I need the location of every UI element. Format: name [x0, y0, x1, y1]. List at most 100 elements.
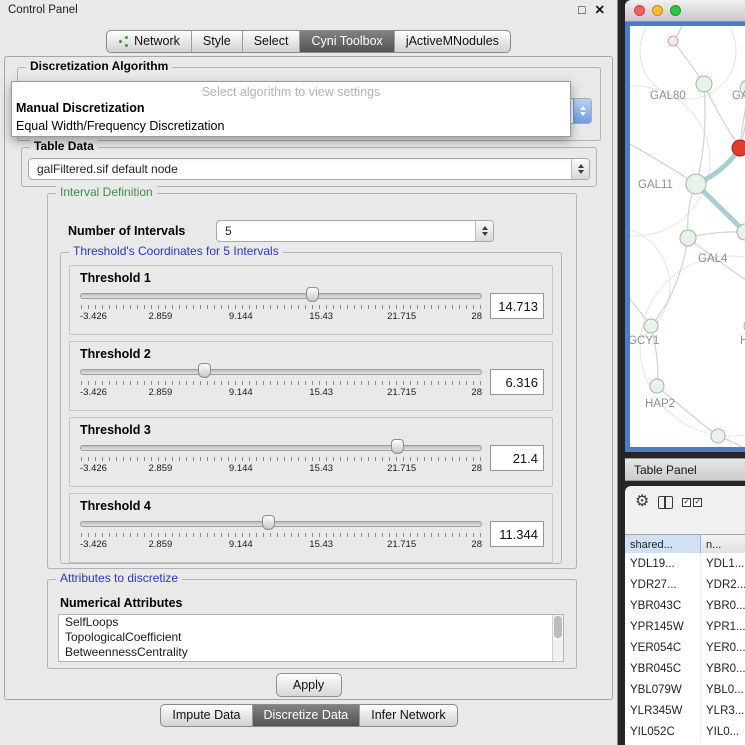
- select-attributes-icon[interactable]: [682, 498, 702, 507]
- network-edge[interactable]: [740, 66, 745, 148]
- table-row[interactable]: YBR045CYBR0...: [625, 658, 745, 679]
- control-panel-window: Control Panel □ ✕ NetworkStyleSelectCyni…: [0, 0, 618, 745]
- scale-label: 21.715: [387, 387, 416, 398]
- table-cell: YER0...: [701, 642, 745, 654]
- node-label: GAL80: [650, 90, 686, 102]
- network-window-titlebar: [625, 0, 745, 22]
- tab-select[interactable]: Select: [242, 31, 300, 52]
- bottom-tab-discretize-data[interactable]: Discretize Data: [252, 705, 360, 726]
- node-gal80[interactable]: [696, 76, 712, 92]
- thresholds-list: Threshold 1 -3.4262.8599.14415.4321.7152…: [69, 265, 553, 569]
- threshold-slider[interactable]: -3.4262.8599.14415.4321.71528: [80, 437, 482, 481]
- combo-stepper-icon[interactable]: [571, 159, 589, 179]
- tab-cyni-toolbox[interactable]: Cyni Toolbox: [299, 31, 393, 52]
- slider-thumb[interactable]: [391, 439, 404, 454]
- network-icon: [118, 36, 129, 47]
- attribute-item[interactable]: BetweennessCentrality: [59, 645, 563, 660]
- scrollbar-thumb[interactable]: [554, 616, 562, 638]
- table-cell: YDL1...: [701, 558, 745, 570]
- network-edge[interactable]: [630, 136, 696, 184]
- tab-style[interactable]: Style: [191, 31, 242, 52]
- node-gcy1[interactable]: [644, 319, 658, 333]
- combo-stepper-icon[interactable]: [573, 99, 591, 123]
- slider-thumb[interactable]: [306, 287, 319, 302]
- threshold-value-box[interactable]: 21.4: [490, 445, 544, 471]
- network-node[interactable]: [711, 429, 725, 443]
- table-cell: YBR0...: [701, 663, 745, 675]
- threshold-value-box[interactable]: 11.344: [490, 521, 544, 547]
- tab-label: Discretize Data: [264, 708, 349, 722]
- table-row[interactable]: YBL079WYBL0...: [625, 679, 745, 700]
- close-window-icon[interactable]: ✕: [595, 4, 605, 16]
- slider-track[interactable]: [80, 293, 482, 299]
- threshold-panel: Threshold 3 -3.4262.8599.14415.4321.7152…: [69, 417, 553, 487]
- bottom-tab-impute-data[interactable]: Impute Data: [161, 705, 251, 726]
- slider-thumb[interactable]: [198, 363, 211, 378]
- network-edge[interactable]: [696, 84, 705, 184]
- table-row[interactable]: YDL19...YDL1...: [625, 553, 745, 574]
- node-label: HAP2: [645, 398, 675, 410]
- scale-label: 15.43: [309, 387, 333, 398]
- network-canvas[interactable]: GAL80GAGAL11GAL4GCY1HHAP2: [630, 26, 745, 447]
- network-edge[interactable]: [688, 232, 745, 238]
- column-header-shared-name[interactable]: shared...: [625, 535, 701, 554]
- network-node[interactable]: [732, 140, 745, 156]
- slider-track[interactable]: [80, 521, 482, 527]
- tab-network[interactable]: Network: [107, 31, 191, 52]
- table-row[interactable]: YBR043CYBR0...: [625, 595, 745, 616]
- table-cell: YBL079W: [625, 679, 701, 700]
- attribute-list-scrollbar[interactable]: [552, 615, 563, 661]
- slider-scale: -3.4262.8599.14415.4321.71528: [80, 463, 482, 475]
- table-cell: YPR1...: [701, 621, 745, 633]
- table-data-combobox[interactable]: galFiltered.sif default node: [28, 158, 590, 180]
- minimize-traffic-light-icon[interactable]: [652, 5, 663, 16]
- threshold-slider[interactable]: -3.4262.8599.14415.4321.71528: [80, 361, 482, 405]
- tab-jactivemnodules[interactable]: jActiveMNodules: [394, 31, 510, 52]
- table-row[interactable]: YER054CYER0...: [625, 637, 745, 658]
- bottom-tab-infer-network[interactable]: Infer Network: [359, 705, 456, 726]
- scale-label: 15.43: [309, 539, 333, 550]
- table-body[interactable]: YDL19...YDL1...YDR27...YDR2...YBR043CYBR…: [625, 553, 745, 745]
- node-hap2[interactable]: [650, 379, 664, 393]
- node-gal11[interactable]: [686, 174, 706, 194]
- scale-label: 2.859: [149, 311, 173, 322]
- table-panel-titlebar[interactable]: Table Panel: [625, 458, 745, 481]
- scale-label: -3.426: [80, 539, 107, 550]
- network-edge[interactable]: [657, 386, 718, 436]
- close-traffic-light-icon[interactable]: [634, 5, 645, 16]
- network-node[interactable]: [668, 36, 678, 46]
- number-of-intervals-combobox[interactable]: 5: [216, 220, 494, 242]
- threshold-value-box[interactable]: 6.316: [490, 369, 544, 395]
- tab-label: Style: [203, 34, 231, 48]
- table-cell: YDR27...: [625, 574, 701, 595]
- attribute-item[interactable]: SelfLoops: [59, 615, 563, 630]
- popup-item[interactable]: Manual Discretization: [12, 99, 570, 117]
- slider-thumb[interactable]: [262, 515, 275, 530]
- table-row[interactable]: YPR145WYPR1...: [625, 616, 745, 637]
- table-row[interactable]: YIL052CYIL0...: [625, 721, 745, 742]
- threshold-slider[interactable]: -3.4262.8599.14415.4321.71528: [80, 285, 482, 329]
- slider-track[interactable]: [80, 445, 482, 451]
- attribute-item[interactable]: TopologicalCoefficient: [59, 630, 563, 645]
- table-cell: YDL19...: [625, 553, 701, 574]
- scale-label: 15.43: [309, 311, 333, 322]
- numeric-attribute-list[interactable]: SelfLoopsTopologicalCoefficientBetweenne…: [58, 614, 564, 662]
- table-row[interactable]: YDR27...YDR2...: [625, 574, 745, 595]
- float-window-icon[interactable]: □: [578, 4, 586, 16]
- scale-label: 15.43: [309, 463, 333, 474]
- columns-icon[interactable]: [658, 496, 673, 509]
- column-header-name[interactable]: n...: [701, 535, 745, 554]
- threshold-slider[interactable]: -3.4262.8599.14415.4321.71528: [80, 513, 482, 557]
- slider-track[interactable]: [80, 369, 482, 375]
- node-gal4[interactable]: [680, 230, 696, 246]
- apply-button[interactable]: Apply: [276, 673, 342, 697]
- gear-icon[interactable]: ⚙: [635, 494, 649, 510]
- table-cell: YIL052C: [625, 721, 701, 742]
- edge-arc: [630, 86, 710, 236]
- network-view-window: GAL80GAGAL11GAL4GCY1HHAP2: [625, 0, 745, 452]
- threshold-value-box[interactable]: 14.713: [490, 293, 544, 319]
- combo-stepper-icon[interactable]: [475, 221, 493, 241]
- popup-item[interactable]: Equal Width/Frequency Discretization: [12, 117, 570, 135]
- zoom-traffic-light-icon[interactable]: [670, 5, 681, 16]
- table-row[interactable]: YLR345WYLR3...: [625, 700, 745, 721]
